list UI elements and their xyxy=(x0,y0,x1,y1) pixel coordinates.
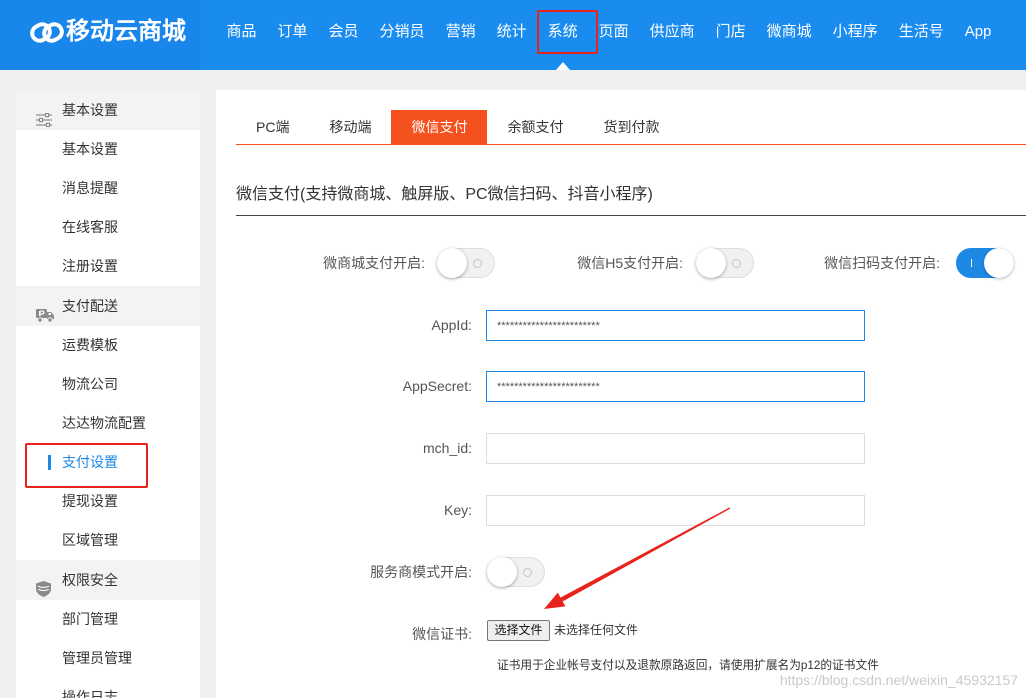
sidebar-group-basic-settings[interactable]: 基本设置 xyxy=(16,90,200,130)
chain-link-logo-icon xyxy=(30,20,64,46)
sidebar-item-online-service[interactable]: 在线客服 xyxy=(16,208,200,247)
appsecret-label: AppSecret: xyxy=(402,378,472,394)
watermark: https://blog.csdn.net/weixin_45932157 xyxy=(779,672,1018,688)
brand-name: 移动云商城 xyxy=(66,18,186,45)
tab-mobile[interactable]: 移动端 xyxy=(309,110,391,144)
top-header: 移动云商城 商品 订单 会员 分销员 营销 统计 系统 页面 供应商 门店 微商… xyxy=(0,0,1026,70)
sidebar-item-registration-settings[interactable]: 注册设置 xyxy=(16,247,200,286)
sliders-icon xyxy=(36,102,54,128)
sidebar-item-dada-logistics[interactable]: 达达物流配置 xyxy=(16,404,200,443)
certificate-label: 微信证书: xyxy=(412,626,472,642)
nav-item-system[interactable]: 系统 xyxy=(537,0,588,70)
wechat-qr-pay-toggle[interactable] xyxy=(956,248,1014,278)
mch-id-input[interactable] xyxy=(486,433,865,464)
sidebar-item-payment-settings[interactable]: 支付设置 xyxy=(16,443,200,482)
wechat-h5-pay-toggle[interactable] xyxy=(696,248,754,278)
appid-input[interactable] xyxy=(486,310,865,341)
settings-panel: PC端 移动端 微信支付 余额支付 货到付款 微信支付(支持微商城、触屏版、PC… xyxy=(216,90,1026,698)
tab-balance-pay[interactable]: 余额支付 xyxy=(487,110,583,144)
nav-item-mini-program[interactable]: 小程序 xyxy=(822,0,888,70)
sidebar-group-permissions-security[interactable]: 权限安全 xyxy=(16,560,200,600)
provider-mode-label: 服务商模式开启: xyxy=(370,564,472,580)
sidebar-item-administrators[interactable]: 管理员管理 xyxy=(16,639,200,678)
mch-id-label: mch_id: xyxy=(422,440,472,456)
nav-item-marketing[interactable]: 营销 xyxy=(435,0,486,70)
tab-pc[interactable]: PC端 xyxy=(236,110,309,144)
nav-item-app[interactable]: App xyxy=(954,0,1002,70)
nav-item-orders[interactable]: 订单 xyxy=(267,0,318,70)
appsecret-input[interactable] xyxy=(486,371,865,402)
sidebar-item-departments[interactable]: 部门管理 xyxy=(16,600,200,639)
sidebar-group-payment-delivery[interactable]: 支付配送 xyxy=(16,286,200,326)
section-title: 微信支付(支持微商城、触屏版、PC微信扫码、抖音小程序) xyxy=(236,186,653,203)
payment-tabs: PC端 移动端 微信支付 余额支付 货到付款 xyxy=(236,110,679,144)
wechat-mall-pay-label: 微商城支付开启: xyxy=(323,255,425,271)
file-status-text: 未选择任何文件 xyxy=(554,623,639,637)
tab-underline xyxy=(236,144,1026,145)
nav-item-products[interactable]: 商品 xyxy=(216,0,267,70)
sidebar: 基本设置 基本设置 消息提醒 在线客服 注册设置 支付配送 运费模板 物流公司 … xyxy=(16,90,200,698)
main-nav: 商品 订单 会员 分销员 营销 统计 系统 页面 供应商 门店 微商城 小程序 … xyxy=(216,0,1002,70)
sidebar-item-basic-settings[interactable]: 基本设置 xyxy=(16,130,200,169)
nav-item-suppliers[interactable]: 供应商 xyxy=(639,0,705,70)
sidebar-item-shipping-templates[interactable]: 运费模板 xyxy=(16,326,200,365)
nav-item-members[interactable]: 会员 xyxy=(318,0,369,70)
appid-label: AppId: xyxy=(431,317,472,333)
tab-cash-on-delivery[interactable]: 货到付款 xyxy=(583,110,679,144)
section-divider xyxy=(236,215,1026,216)
nav-item-wechat-mall[interactable]: 微商城 xyxy=(756,0,822,70)
key-label: Key: xyxy=(443,502,472,518)
nav-item-pages[interactable]: 页面 xyxy=(588,0,639,70)
tab-wechat-pay[interactable]: 微信支付 xyxy=(391,110,488,144)
sidebar-item-logistics-companies[interactable]: 物流公司 xyxy=(16,365,200,404)
wechat-qr-pay-label: 微信扫码支付开启: xyxy=(824,255,940,271)
sidebar-item-region-management[interactable]: 区域管理 xyxy=(16,521,200,560)
brand-logo[interactable]: 移动云商城 xyxy=(0,0,200,70)
sidebar-group-label: 权限安全 xyxy=(62,572,118,588)
nav-item-statistics[interactable]: 统计 xyxy=(486,0,537,70)
nav-item-stores[interactable]: 门店 xyxy=(705,0,756,70)
wechat-h5-pay-label: 微信H5支付开启: xyxy=(577,255,683,271)
sidebar-item-withdrawal-settings[interactable]: 提现设置 xyxy=(16,482,200,521)
nav-item-life-account[interactable]: 生活号 xyxy=(888,0,954,70)
sidebar-item-operation-log[interactable]: 操作日志 xyxy=(16,678,200,698)
sidebar-group-label: 支付配送 xyxy=(62,298,118,314)
delivery-truck-icon xyxy=(36,298,54,323)
wechat-mall-pay-toggle[interactable] xyxy=(437,248,495,278)
nav-item-distributors[interactable]: 分销员 xyxy=(369,0,435,70)
shield-icon xyxy=(36,572,54,597)
sidebar-group-label: 基本设置 xyxy=(62,102,118,118)
sidebar-item-message-alerts[interactable]: 消息提醒 xyxy=(16,169,200,208)
provider-mode-toggle[interactable] xyxy=(487,557,545,587)
choose-file-button[interactable]: 选择文件 xyxy=(487,620,550,641)
key-input[interactable] xyxy=(486,495,865,526)
